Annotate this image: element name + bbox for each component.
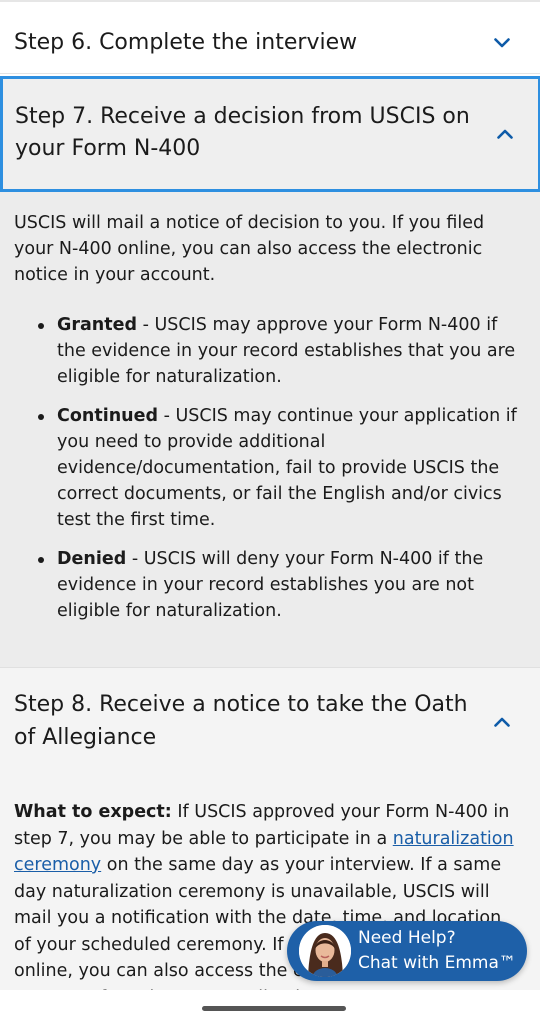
accordion-step-8[interactable]: Step 8. Receive a notice to take the Oat… xyxy=(0,667,540,777)
step-6-title: Step 6. Complete the interview xyxy=(14,30,358,55)
list-item-term: Denied xyxy=(57,549,127,569)
emma-avatar-icon xyxy=(299,925,351,977)
chevron-up-icon[interactable] xyxy=(494,714,510,730)
chat-line-2: Chat with Emma™ xyxy=(358,953,516,973)
what-to-expect-label: What to expect: xyxy=(14,802,172,822)
list-item-term: Continued xyxy=(57,406,159,426)
list-item-term: Granted xyxy=(57,315,138,335)
bullet-icon xyxy=(38,557,44,563)
chevron-up-icon[interactable] xyxy=(497,126,513,142)
list-item: Continued - USCIS may continue your appl… xyxy=(38,403,518,533)
step-7-title: Step 7. Receive a decision from USCIS on… xyxy=(15,104,470,161)
list-item: Granted - USCIS may approve your Form N-… xyxy=(38,312,518,390)
list-item: Denied - USCIS will deny your Form N-400… xyxy=(38,546,518,624)
chat-line-1: Need Help? xyxy=(358,928,456,948)
chat-with-emma-button[interactable]: Need Help? Chat with Emma™ xyxy=(287,921,527,981)
bullet-icon xyxy=(38,323,44,329)
step-7-content: USCIS will mail a notice of decision to … xyxy=(0,192,540,667)
step-7-intro: USCIS will mail a notice of decision to … xyxy=(14,213,485,285)
step-8-title: Step 8. Receive a notice to take the Oat… xyxy=(14,692,468,750)
accordion-step-7[interactable]: Step 7. Receive a decision from USCIS on… xyxy=(0,76,541,192)
chevron-down-icon[interactable] xyxy=(494,35,510,51)
accordion-step-6[interactable]: Step 6. Complete the interview xyxy=(0,2,540,74)
bullet-icon xyxy=(38,414,44,420)
scrollbar-track xyxy=(540,0,547,990)
home-indicator[interactable] xyxy=(202,1006,346,1011)
page: Step 6. Complete the interview Step 7. R… xyxy=(0,0,547,1024)
decision-list: Granted - USCIS may approve your Form N-… xyxy=(38,312,518,637)
